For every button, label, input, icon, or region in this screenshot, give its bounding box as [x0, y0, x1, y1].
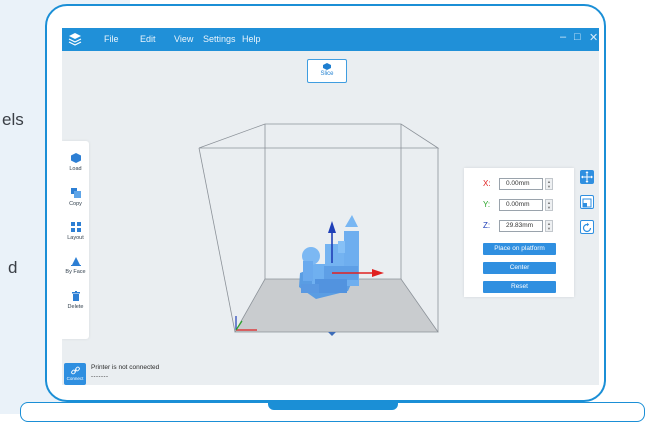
y-axis-label: Y:: [483, 200, 491, 209]
title-bar: File Edit View Settings Help – □ ✕: [62, 28, 599, 51]
z-axis-arrow-head[interactable]: [328, 221, 336, 233]
layout-button[interactable]: Layout: [62, 222, 89, 241]
minimize-button[interactable]: –: [560, 31, 566, 43]
menu-file[interactable]: File: [104, 34, 119, 44]
menu-edit[interactable]: Edit: [140, 34, 156, 44]
slice-label: Slice: [320, 71, 334, 77]
place-on-platform-button[interactable]: Place on platform: [483, 243, 556, 255]
x-position-stepper[interactable]: ▲ ▼: [545, 178, 553, 190]
delete-label: Delete: [67, 304, 84, 310]
scale-icon: [582, 198, 592, 208]
menu-settings[interactable]: Settings: [203, 34, 236, 44]
build-volume-top: [198, 123, 440, 149]
menu-view[interactable]: View: [174, 34, 193, 44]
3d-viewport[interactable]: Slice Load Copy Layout By Face Delete X:…: [62, 51, 599, 385]
connect-label: Connect: [66, 376, 84, 381]
load-label: Load: [69, 166, 82, 172]
left-toolbar: Load Copy Layout By Face Delete: [62, 141, 89, 339]
trash-icon: [71, 291, 80, 301]
y-position-input[interactable]: 0.00mm: [499, 199, 543, 211]
cube-load-icon: [70, 153, 81, 163]
x-axis-arrow-head[interactable]: [372, 269, 384, 277]
printer-status-detail: -------: [91, 374, 109, 380]
move-arrows-icon: [581, 171, 593, 183]
side-text-fragment: els: [2, 110, 24, 129]
menu-help[interactable]: Help: [242, 34, 261, 44]
by-face-button[interactable]: By Face: [62, 256, 89, 275]
build-volume-edge: [198, 147, 236, 333]
delete-button[interactable]: Delete: [62, 291, 89, 310]
close-button[interactable]: ✕: [589, 31, 598, 44]
z-position-input[interactable]: 29.83mm: [499, 220, 543, 232]
connect-button[interactable]: Connect: [64, 363, 86, 385]
laptop-hinge-notch: [268, 402, 398, 410]
3d-model[interactable]: [299, 215, 359, 299]
grid-icon: [70, 222, 81, 232]
rotate-tool-button[interactable]: [580, 220, 594, 234]
copy-label: Copy: [69, 201, 82, 207]
load-button[interactable]: Load: [62, 153, 89, 172]
by-face-label: By Face: [65, 269, 86, 275]
side-text-fragment: d: [8, 258, 18, 277]
center-button[interactable]: Center: [483, 262, 556, 274]
printer-status-text: Printer is not connected: [91, 364, 160, 371]
status-bar: Connect Printer is not connected -------: [62, 359, 599, 385]
layout-label: Layout: [67, 235, 84, 241]
layers-icon[interactable]: [68, 32, 82, 46]
plate-front-marker: [328, 332, 336, 336]
copy-button[interactable]: Copy: [62, 188, 89, 207]
rotate-icon: [582, 222, 592, 233]
x-position-input[interactable]: 0.00mm: [499, 178, 543, 190]
slicer-app-window: File Edit View Settings Help – □ ✕ Slice…: [62, 28, 599, 385]
scale-tool-button[interactable]: [580, 195, 594, 209]
z-position-stepper[interactable]: ▲ ▼: [545, 220, 553, 232]
x-axis-label: X:: [483, 179, 491, 188]
face-align-icon: [70, 257, 81, 266]
copy-icon: [70, 188, 81, 198]
y-position-stepper[interactable]: ▲ ▼: [545, 199, 553, 211]
slice-button[interactable]: Slice: [307, 59, 347, 83]
cube-icon: [323, 63, 331, 70]
position-panel: X: 0.00mm ▲ ▼ Y: 0.00mm ▲ ▼ Z: 29.83mm ▲ ▼ …: [464, 168, 574, 297]
move-tool-button[interactable]: [580, 170, 594, 184]
maximize-button[interactable]: □: [574, 31, 581, 43]
z-axis-label: Z:: [483, 221, 491, 230]
reset-button[interactable]: Reset: [483, 281, 556, 293]
link-icon: [70, 366, 80, 375]
